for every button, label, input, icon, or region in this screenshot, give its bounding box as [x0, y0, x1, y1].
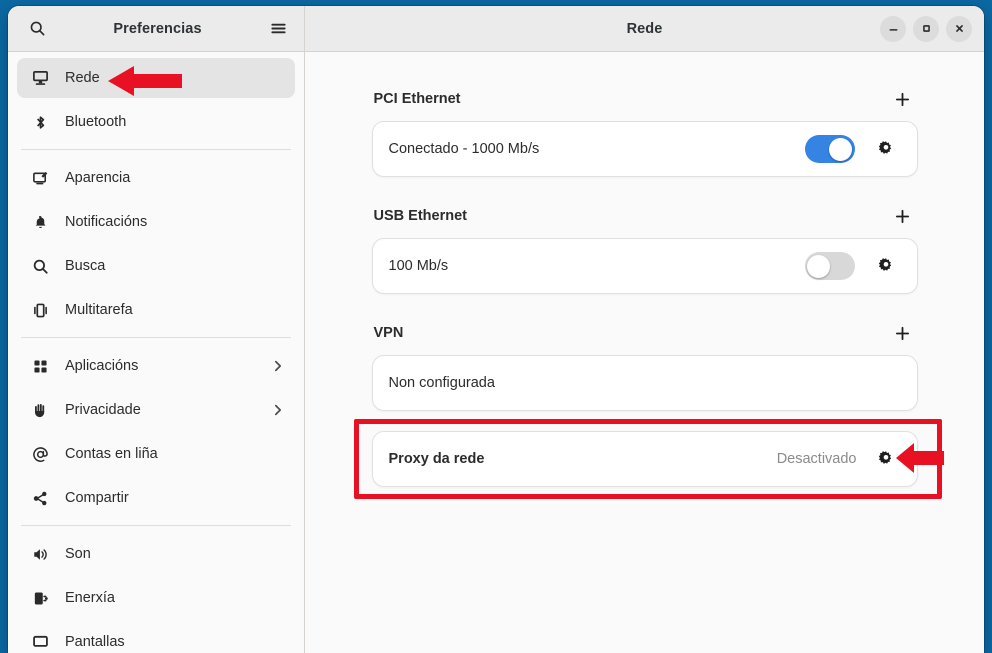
search-icon — [29, 258, 51, 275]
sidebar-item-label: Pantallas — [65, 634, 125, 650]
sidebar-item-multitarefa[interactable]: Multitarefa — [17, 290, 295, 330]
group-network-proxy: Proxy da rede Desactivado — [372, 431, 918, 487]
connection-status-label: Conectado - 1000 Mb/s — [389, 141, 540, 157]
sidebar-item-label: Compartir — [65, 490, 129, 506]
network-settings-list: PCI Ethernet Conectado - 1000 Mb/s — [372, 86, 918, 487]
connection-toggle[interactable] — [805, 252, 855, 280]
sidebar-item-busca[interactable]: Busca — [17, 246, 295, 286]
sidebar-item-label: Contas en liña — [65, 446, 158, 462]
maximize-icon[interactable] — [913, 16, 939, 42]
sidebar-item-aparencia[interactable]: Aparencia — [17, 158, 295, 198]
sidebar-item-label: Aparencia — [65, 170, 130, 186]
sidebar-separator — [21, 525, 291, 526]
group-usb-ethernet: USB Ethernet 100 Mb/s — [372, 203, 918, 294]
sidebar-separator — [21, 149, 291, 150]
chevron-right-icon — [271, 403, 285, 417]
gear-icon[interactable] — [871, 251, 901, 281]
network-icon — [29, 70, 51, 87]
sidebar-item-label: Bluetooth — [65, 114, 126, 130]
connection-row-pci-ethernet[interactable]: Conectado - 1000 Mb/s — [372, 121, 918, 177]
sidebar-item-contas-en-lina[interactable]: Contas en liña — [17, 434, 295, 474]
connection-toggle[interactable] — [805, 135, 855, 163]
sidebar-separator — [21, 337, 291, 338]
plus-icon[interactable] — [890, 86, 916, 112]
sidebar-item-pantallas[interactable]: Pantallas — [17, 622, 295, 653]
gear-icon[interactable] — [871, 444, 901, 474]
sidebar-item-label: Busca — [65, 258, 105, 274]
network-proxy-label: Proxy da rede — [389, 451, 485, 467]
settings-window: Preferencias Rede — [8, 6, 984, 653]
window-content: Rede Bluetooth — [8, 52, 984, 653]
sidebar-item-label: Rede — [65, 70, 100, 86]
group-header: PCI Ethernet — [372, 86, 918, 112]
network-proxy-row[interactable]: Proxy da rede Desactivado — [372, 431, 918, 487]
multitasking-icon — [29, 302, 51, 319]
apps-grid-icon — [29, 358, 51, 375]
gear-icon[interactable] — [871, 134, 901, 164]
main-panel: PCI Ethernet Conectado - 1000 Mb/s — [305, 52, 984, 653]
sidebar-item-privacidade[interactable]: Privacidade — [17, 390, 295, 430]
main-header: Rede — [305, 6, 984, 51]
connection-row-usb-ethernet[interactable]: 100 Mb/s — [372, 238, 918, 294]
group-pci-ethernet: PCI Ethernet Conectado - 1000 Mb/s — [372, 86, 918, 177]
group-header: USB Ethernet — [372, 203, 918, 229]
vpn-status-label: Non configurada — [389, 375, 495, 391]
group-title: VPN — [374, 325, 404, 341]
bell-icon — [29, 214, 51, 231]
sidebar-item-notificacions[interactable]: Notificacións — [17, 202, 295, 242]
sidebar: Rede Bluetooth — [8, 52, 305, 653]
minimize-icon[interactable] — [880, 16, 906, 42]
sidebar-item-rede[interactable]: Rede — [17, 58, 295, 98]
sidebar-item-label: Notificacións — [65, 214, 147, 230]
sidebar-header: Preferencias — [8, 6, 305, 51]
sidebar-item-label: Aplicacións — [65, 358, 138, 374]
sidebar-title: Preferencias — [52, 21, 263, 37]
close-icon[interactable] — [946, 16, 972, 42]
sidebar-item-compartir[interactable]: Compartir — [17, 478, 295, 518]
sidebar-item-label: Multitarefa — [65, 302, 133, 318]
chevron-right-icon — [271, 359, 285, 373]
share-icon — [29, 490, 51, 507]
hamburger-menu-icon[interactable] — [263, 14, 293, 44]
sidebar-item-aplicacions[interactable]: Aplicacións — [17, 346, 295, 386]
sidebar-item-label: Enerxía — [65, 590, 115, 606]
bluetooth-icon — [29, 114, 51, 131]
sidebar-item-enerxia[interactable]: Enerxía — [17, 578, 295, 618]
speaker-icon — [29, 546, 51, 563]
vpn-row[interactable]: Non configurada — [372, 355, 918, 411]
search-icon[interactable] — [22, 14, 52, 44]
plus-icon[interactable] — [890, 320, 916, 346]
network-proxy-status: Desactivado — [777, 451, 857, 467]
connection-status-label: 100 Mb/s — [389, 258, 449, 274]
group-vpn: VPN Non configurada — [372, 320, 918, 411]
hand-icon — [29, 402, 51, 419]
sidebar-item-label: Son — [65, 546, 91, 562]
battery-icon — [29, 590, 51, 607]
plus-icon[interactable] — [890, 203, 916, 229]
header-bar: Preferencias Rede — [8, 6, 984, 52]
appearance-icon — [29, 170, 51, 187]
group-header: VPN — [372, 320, 918, 346]
at-sign-icon — [29, 446, 51, 463]
sidebar-item-label: Privacidade — [65, 402, 141, 418]
sidebar-item-son[interactable]: Son — [17, 534, 295, 574]
window-controls — [880, 16, 972, 42]
display-icon — [29, 634, 51, 651]
group-title: PCI Ethernet — [374, 91, 461, 107]
group-title: USB Ethernet — [374, 208, 467, 224]
sidebar-item-bluetooth[interactable]: Bluetooth — [17, 102, 295, 142]
